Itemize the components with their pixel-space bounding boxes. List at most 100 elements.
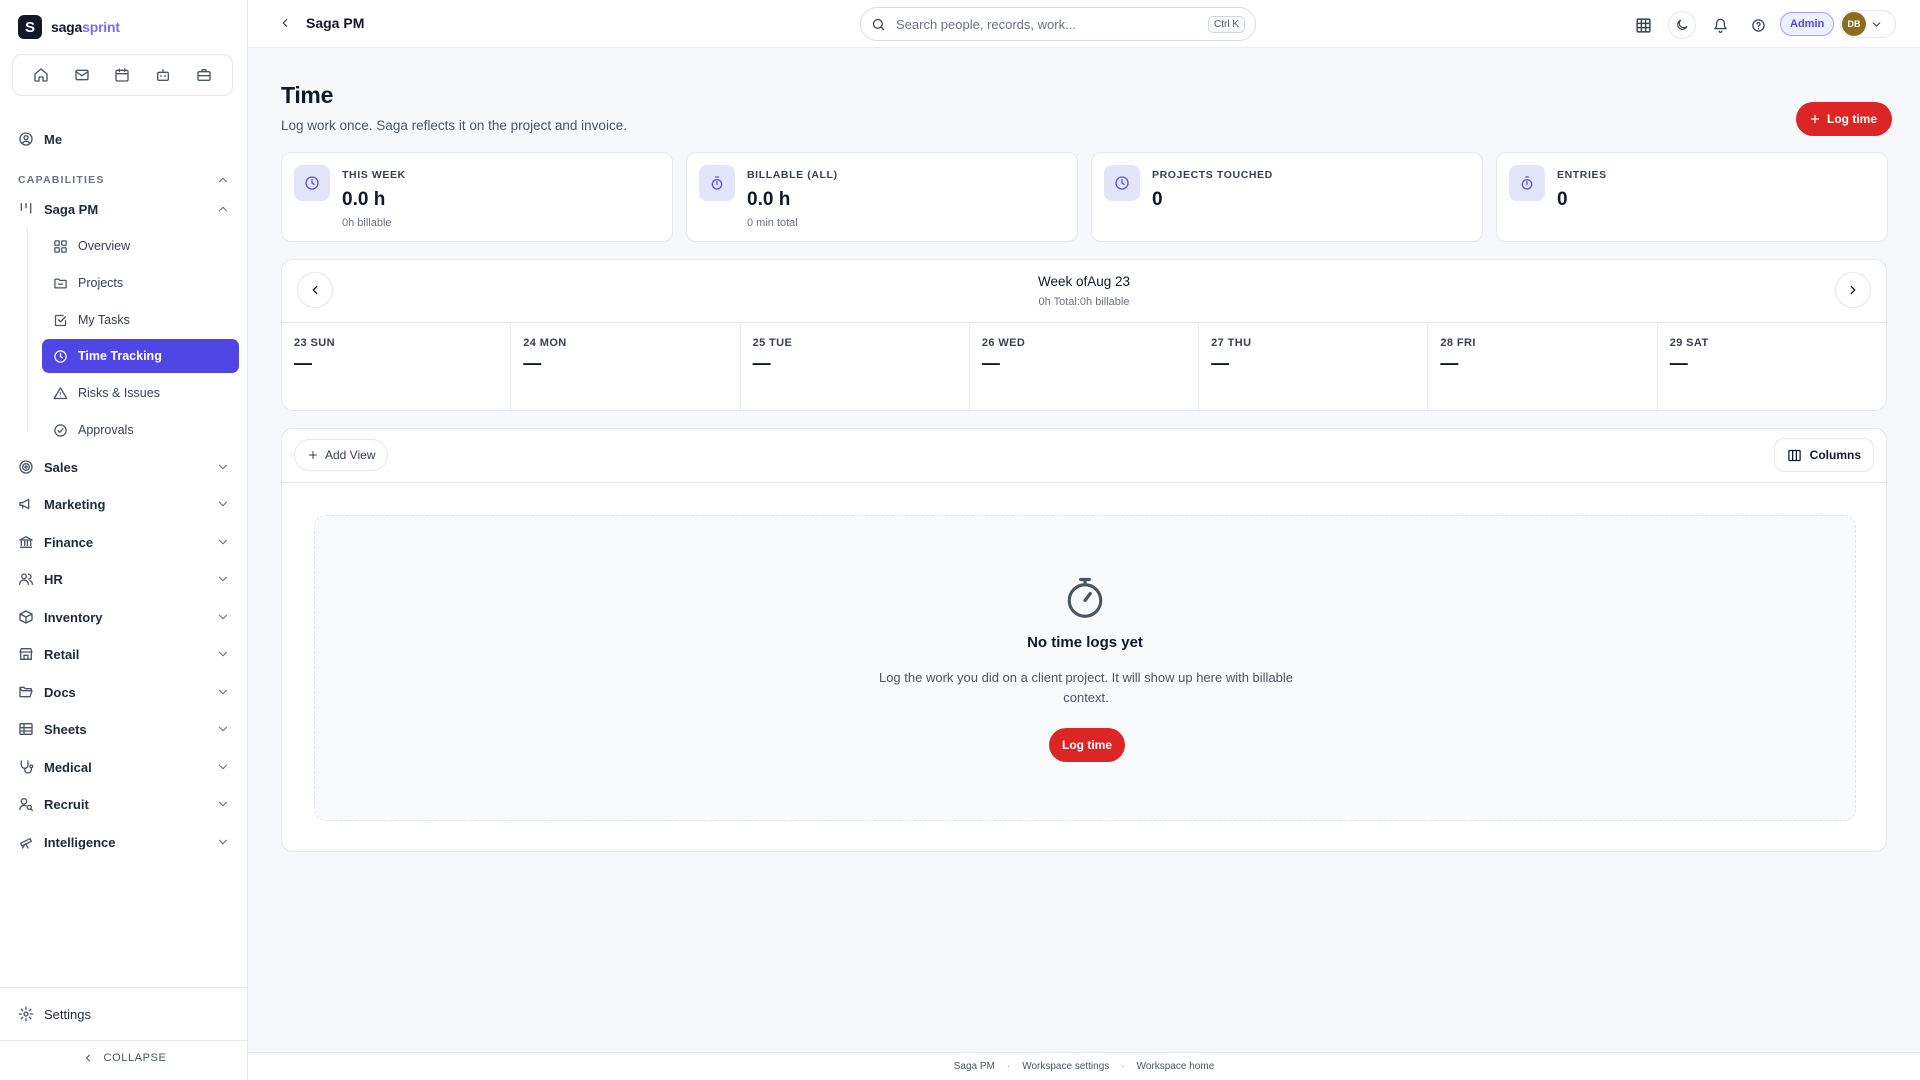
target-icon (18, 459, 34, 475)
user-menu[interactable]: DB (1840, 10, 1896, 38)
columns-button[interactable]: Columns (1773, 438, 1874, 472)
sidebar-group-intelligence[interactable]: Intelligence (18, 834, 230, 850)
settings-label: Settings (44, 1006, 91, 1022)
sidebar-group-finance[interactable]: Finance (18, 534, 230, 550)
logo-text-part2: sprint (82, 19, 120, 35)
capabilities-header[interactable]: CAPABILITIES (18, 173, 230, 187)
stopwatch-icon (1064, 574, 1106, 620)
columns-icon (1787, 448, 1802, 463)
brand-logo[interactable]: S sagasprint (18, 15, 120, 39)
day-cell[interactable]: 26 WED — (970, 323, 1200, 410)
folder-icon (52, 275, 68, 291)
sidebar-group-saga-pm[interactable]: Saga PM (18, 201, 230, 217)
footer: Saga PM · Workspace settings · Workspace… (248, 1052, 1920, 1080)
stat-value: 0 (1557, 189, 1568, 210)
search-shortcut: Ctrl K (1208, 15, 1245, 33)
users-icon (18, 571, 34, 587)
day-value: — (294, 353, 312, 373)
next-week-button[interactable] (1835, 272, 1871, 308)
log-time-button[interactable]: Log time (1796, 102, 1892, 136)
user-search-icon (18, 796, 34, 812)
chevron-down-icon (216, 460, 230, 474)
stethoscope-icon (18, 759, 34, 775)
stat-card-billable: BILLABLE (ALL) 0.0 h 0 min total (686, 152, 1078, 242)
back-icon[interactable] (278, 16, 292, 30)
day-cell[interactable]: 23 SUN — (282, 323, 512, 410)
sidebar-item-label: Approvals (78, 423, 134, 437)
day-value: — (1440, 353, 1459, 373)
sidebar-group-retail[interactable]: Retail (18, 646, 230, 662)
help-icon[interactable] (1744, 11, 1772, 39)
day-cell[interactable]: 24 MON — (511, 323, 741, 410)
plus-icon (1809, 113, 1821, 125)
empty-log-time-button[interactable]: Log time (1049, 728, 1125, 762)
chevron-down-icon (216, 797, 230, 811)
logs-toolbar: Add View Columns (282, 429, 1886, 483)
nav-me[interactable]: Me (18, 131, 62, 147)
sidebar-item-risks-issues[interactable]: Risks & Issues (42, 376, 239, 410)
collapse-label: COLLAPSE (103, 1052, 167, 1064)
sidebar-item-time-tracking[interactable]: Time Tracking (42, 339, 239, 373)
week-summary: 0h Total:0h billable (1038, 296, 1130, 308)
sidebar-item-approvals[interactable]: Approvals (42, 413, 239, 447)
footer-link[interactable]: Saga PM (954, 1061, 995, 1072)
sidebar-item-overview[interactable]: Overview (42, 229, 239, 263)
day-cell[interactable]: 25 TUE — (741, 323, 970, 410)
chevron-down-icon (216, 722, 230, 736)
box-icon (18, 609, 34, 625)
mail-icon[interactable] (68, 61, 96, 89)
moon-icon[interactable] (1668, 11, 1696, 39)
collapse-button[interactable]: COLLAPSE (0, 1052, 248, 1064)
logo-text: sagasprint (51, 19, 120, 35)
briefcase-icon[interactable] (190, 61, 218, 89)
bell-icon[interactable] (1706, 11, 1734, 39)
sidebar-group-label: Intelligence (44, 834, 116, 850)
chevron-down-icon (216, 647, 230, 661)
role-badge[interactable]: Admin (1780, 12, 1835, 36)
breadcrumb: Saga PM (278, 15, 364, 31)
topbar: Saga PM Ctrl K Admin DB (248, 0, 1920, 48)
sidebar-group-label: HR (44, 571, 63, 587)
day-name: 29 SAT (1669, 337, 1709, 349)
sidebar-item-label: Projects (78, 276, 124, 290)
stat-value: 0.0 h (747, 189, 791, 210)
home-icon[interactable] (27, 61, 55, 89)
global-search[interactable]: Ctrl K (860, 7, 1256, 41)
empty-title: No time logs yet (1027, 634, 1143, 651)
day-cell[interactable]: 28 FRI — (1428, 323, 1658, 410)
stat-label: BILLABLE (ALL) (747, 169, 838, 181)
avatar: DB (1842, 12, 1866, 36)
settings-link[interactable]: Settings (18, 1006, 91, 1022)
sidebar-group-sales[interactable]: Sales (18, 459, 230, 475)
day-value: — (1669, 353, 1688, 373)
bot-icon[interactable] (149, 61, 177, 89)
day-cell[interactable]: 29 SAT — (1658, 323, 1886, 410)
footer-link[interactable]: Workspace settings (1022, 1061, 1109, 1072)
add-view-button[interactable]: Add View (294, 439, 389, 471)
stat-card-entries: ENTRIES 0 (1496, 152, 1888, 242)
sidebar-group-sheets[interactable]: Sheets (18, 721, 230, 737)
search-input[interactable] (896, 16, 1208, 32)
sidebar-item-my-tasks[interactable]: My Tasks (42, 303, 239, 337)
columns-label: Columns (1809, 448, 1861, 462)
alert-triangle-icon (52, 385, 68, 401)
telescope-icon (18, 834, 34, 850)
user-circle-icon (18, 131, 34, 147)
sidebar-group-medical[interactable]: Medical (18, 759, 230, 775)
sidebar-group-hr[interactable]: HR (18, 571, 230, 587)
sidebar-group-marketing[interactable]: Marketing (18, 496, 230, 512)
folder-open-icon (18, 684, 34, 700)
sidebar-group-recruit[interactable]: Recruit (18, 796, 230, 812)
sidebar-group-inventory[interactable]: Inventory (18, 609, 230, 625)
breadcrumb-label[interactable]: Saga PM (306, 15, 364, 31)
apps-grid-icon[interactable] (1629, 11, 1657, 39)
day-name: 25 TUE (752, 337, 793, 349)
day-cell[interactable]: 27 THU — (1199, 323, 1429, 410)
calendar-icon[interactable] (108, 61, 136, 89)
day-name: 24 MON (523, 337, 567, 349)
sidebar-group-docs[interactable]: Docs (18, 684, 230, 700)
week-title: Week ofAug 23 (1037, 274, 1131, 289)
footer-link[interactable]: Workspace home (1137, 1061, 1215, 1072)
sidebar-item-projects[interactable]: Projects (42, 266, 239, 300)
sidebar-group-label: Retail (44, 646, 80, 662)
